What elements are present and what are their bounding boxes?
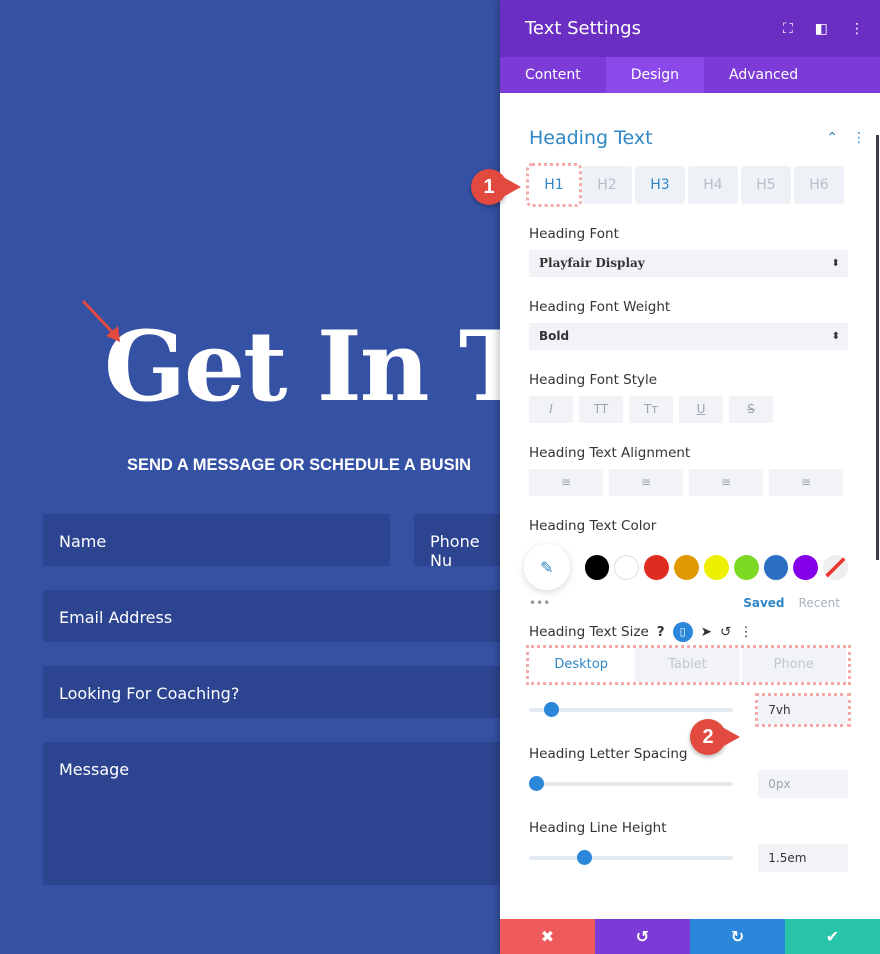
name-field[interactable]: Name [43,514,390,566]
email-field[interactable]: Email Address [43,590,500,642]
heading-tab-h3[interactable]: H3 [635,166,685,204]
tab-advanced[interactable]: Advanced [704,57,823,93]
reset-icon[interactable]: ↺ [720,624,731,640]
phone-field[interactable]: Phone Nu [414,514,500,570]
coaching-field[interactable]: Looking For Coaching? [43,666,500,718]
help-icon[interactable]: ? [657,624,665,640]
style-label: Heading Font Style [529,372,658,388]
undo-button[interactable]: ↺ [595,919,690,954]
color-swatch[interactable] [793,554,819,580]
font-label: Heading Font [529,226,619,242]
fullscreen-icon[interactable]: ⛶ [783,21,793,37]
spacing-slider-handle[interactable] [529,776,544,791]
color-swatch[interactable] [644,554,670,580]
heading-tab-h1[interactable]: H1 [526,163,582,207]
size-slider-handle[interactable] [544,702,560,717]
responsive-icon[interactable]: ▯ [672,622,693,642]
font-select[interactable]: Playfair Display [529,250,848,277]
more-colors-button[interactable]: ••• [529,596,550,610]
hover-cursor-icon[interactable]: ➤ [701,624,712,640]
color-swatch[interactable] [614,554,640,580]
recent-colors-tab[interactable]: Recent [799,596,840,610]
step-badge-1: 1 [471,169,521,205]
save-button[interactable]: ✔ [785,919,880,954]
device-desktop-tab[interactable]: Desktop [529,648,634,682]
weight-select[interactable]: Bold [529,323,848,350]
uppercase-button[interactable]: TT [579,396,623,423]
underline-button[interactable]: U [679,396,723,423]
size-label: Heading Text Size [529,624,649,640]
size-input[interactable]: 7vh [755,693,851,727]
split-view-icon[interactable]: ◧ [815,21,828,37]
color-swatch[interactable] [763,554,789,580]
align-label: Heading Text Alignment [529,445,691,461]
page-preview: Get In To SEND A MESSAGE OR SCHEDULE A B… [0,0,500,954]
device-phone-tab[interactable]: Phone [741,648,846,682]
redo-button[interactable]: ↻ [690,919,785,954]
lineheight-label: Heading Line Height [529,820,667,836]
lineheight-slider[interactable] [529,850,734,865]
lineheight-input[interactable]: 1.5em [758,844,848,872]
device-tablet-tab[interactable]: Tablet [635,648,740,682]
collapse-icon[interactable]: ⌃ [826,130,838,146]
no-color-swatch[interactable] [823,554,848,580]
spacing-label: Heading Letter Spacing [529,746,688,762]
saved-colors-tab[interactable]: Saved [743,596,784,610]
strikethrough-button[interactable]: S [729,396,773,423]
section-menu-icon[interactable]: ⋮ [852,130,866,146]
size-slider[interactable] [529,702,734,717]
cancel-button[interactable]: ✖ [500,919,595,954]
eyedropper-icon[interactable]: ✎ [524,544,570,590]
message-field[interactable]: Message [43,742,500,885]
scrollbar[interactable] [876,135,879,560]
color-swatch[interactable] [733,554,759,580]
tab-design[interactable]: Design [605,57,705,93]
annotation-arrow-icon [81,299,120,342]
align-center-icon[interactable]: ≡ [609,469,683,496]
panel-header: Text Settings ⛶ ◧ ⋮ [500,0,880,57]
section-title: Heading Text [529,127,653,149]
step-badge-2: 2 [690,719,740,755]
color-swatch[interactable] [674,554,699,580]
heading-tab-h6[interactable]: H6 [794,166,844,204]
heading-tab-h2[interactable]: H2 [582,166,632,204]
spacing-slider[interactable] [529,776,734,791]
spacing-input[interactable]: 0px [758,770,848,798]
color-swatch[interactable] [584,554,610,580]
italic-button[interactable]: I [529,396,573,423]
lineheight-slider-handle[interactable] [576,850,592,865]
align-justify-icon[interactable]: ≡ [769,469,843,496]
color-swatch[interactable] [703,554,729,580]
tab-content[interactable]: Content [500,57,606,93]
heading-tab-h4[interactable]: H4 [688,166,738,204]
text-settings-panel: Text Settings ⛶ ◧ ⋮ Content Design Advance… [500,0,880,954]
align-left-icon[interactable]: ≡ [529,469,603,496]
heading-tab-h5[interactable]: H5 [741,166,791,204]
capitalize-button[interactable]: Tт [629,396,673,423]
color-label: Heading Text Color [529,518,657,534]
align-right-icon[interactable]: ≡ [689,469,763,496]
panel-title: Text Settings [525,18,641,39]
page-subtitle: SEND A MESSAGE OR SCHEDULE A BUSIN [127,456,472,474]
options-icon[interactable]: ⋮ [739,624,753,640]
page-headline: Get In To [104,310,500,423]
weight-label: Heading Font Weight [529,299,671,315]
more-options-icon[interactable]: ⋮ [850,21,864,37]
